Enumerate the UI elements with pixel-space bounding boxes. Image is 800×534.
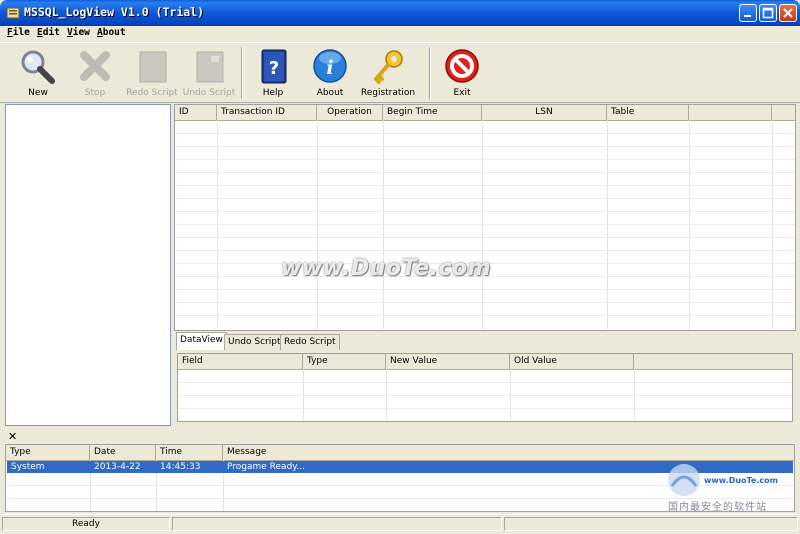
redo-script-icon [139,51,167,83]
magnifier-icon [21,50,55,84]
column-header-field[interactable]: Field [178,354,303,369]
grid-line [175,250,795,251]
maximize-icon [762,7,774,19]
grid-line [175,159,795,160]
window-title: MSSQL_LogView V1.0 (Trial) [24,5,205,19]
status-text: Ready [2,517,170,531]
log-cell-date: 2013-4-22 [94,462,141,472]
stop-x-icon [80,51,110,81]
watermark-caption: 国内最安全的软件站 [668,502,767,513]
grid-line [175,289,795,290]
column-header-type[interactable]: Type [303,354,386,369]
tab-dataview[interactable]: DataView [176,332,227,350]
grid-line [607,120,608,330]
status-panel [504,517,798,531]
close-log-icon[interactable]: ✕ [8,431,17,442]
svg-text:i: i [326,57,333,79]
help-book-icon: ? [261,49,287,84]
column-header-id[interactable]: ID [175,105,217,120]
exit-label: Exit [453,88,471,98]
registration-label: Registration [360,88,416,98]
grid-line [178,395,792,396]
close-icon [783,8,793,18]
close-button[interactable] [779,4,797,22]
grid-line [175,146,795,147]
minimize-icon [744,15,751,17]
no-entry-icon [445,49,479,83]
column-header-operation[interactable]: Operation [317,105,383,120]
grid-line [317,120,318,330]
dataview-grid[interactable]: Field Type New Value Old Value [177,353,793,422]
registration-button[interactable]: Registration [359,45,417,100]
tab-undo-script[interactable]: Undo Script [224,334,285,350]
grid-line [175,224,795,225]
column-header-begin-time[interactable]: Begin Time [383,105,482,120]
grid-line [175,172,795,173]
exit-button[interactable]: Exit [434,45,490,100]
grid-line [217,120,218,330]
grid-line [772,120,773,330]
info-icon: i [313,49,347,83]
grid-line [689,120,690,330]
log-cell-time: 14:45:33 [160,462,201,472]
column-header-new-value[interactable]: New Value [386,354,510,369]
watermark-logo: www.DuoTe.com 国内最安全的软件站 [664,458,798,514]
column-header-empty [689,105,772,120]
grid-line [175,185,795,186]
column-header-old-value[interactable]: Old Value [510,354,634,369]
column-header-lsn[interactable]: LSN [482,105,607,120]
status-panel [172,517,502,531]
menu-view[interactable]: View [67,27,90,38]
grid-line [178,408,792,409]
transactions-header: ID Transaction ID Operation Begin Time L… [175,105,795,121]
app-icon [6,7,20,19]
column-header-log-time[interactable]: Time [156,445,223,460]
menu-bar: File Edit View About [0,26,800,41]
transactions-grid[interactable]: ID Transaction ID Operation Begin Time L… [174,104,796,331]
log-cell-type: System [11,462,45,472]
grid-line [175,315,795,316]
grid-line [175,198,795,199]
grid-line [482,120,483,330]
grid-line [175,211,795,212]
log-cell-message: Progame Ready... [227,462,305,472]
toolbar: New Stop Redo Script Undo Script ? Help [0,42,800,116]
column-header-log-type[interactable]: Type [6,445,90,460]
grid-line [383,120,384,330]
menu-file[interactable]: File [7,27,30,38]
title-bar[interactable]: MSSQL_LogView V1.0 (Trial) [0,0,800,26]
logo-icon [668,464,700,496]
dataview-header: Field Type New Value Old Value [178,354,792,370]
undo-script-icon [196,51,224,83]
grid-line [175,302,795,303]
column-header-transaction-id[interactable]: Transaction ID [217,105,317,120]
menu-edit[interactable]: Edit [37,27,60,38]
status-bar: Ready [0,514,800,534]
menu-about[interactable]: About [97,27,126,38]
svg-text:?: ? [269,58,279,79]
grid-line [178,382,792,383]
column-header-log-date[interactable]: Date [90,445,156,460]
grid-line [175,237,795,238]
database-tree-pane[interactable] [5,104,171,426]
undo-script-button[interactable]: Undo Script [181,45,237,100]
column-header-table[interactable]: Table [607,105,689,120]
tab-redo-script[interactable]: Redo Script [280,334,340,350]
minimize-button[interactable] [739,4,757,22]
maximize-button[interactable] [759,4,777,22]
grid-line [175,133,795,134]
watermark-text: www.DuoTe.com [281,256,491,281]
key-icon [374,50,403,84]
watermark-domain: www.DuoTe.com [704,476,778,485]
